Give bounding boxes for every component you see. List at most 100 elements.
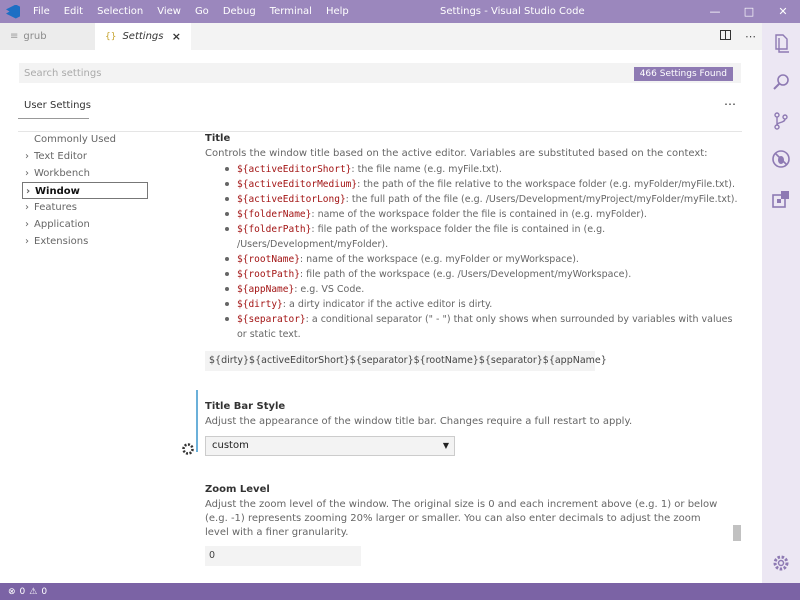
variable-desc: : file path of the workspace (e.g. /User… <box>299 269 632 280</box>
select-value: custom <box>212 440 249 451</box>
list-item: ${folderName}: name of the workspace fol… <box>223 207 745 222</box>
list-item: ${appName}: e.g. VS Code. <box>223 282 745 297</box>
scrollbar-thumb[interactable] <box>733 525 741 541</box>
settings-toc: Commonly Used Text Editor Workbench Wind… <box>22 131 152 250</box>
settings-editor: Search settings 466 Settings Found User … <box>0 50 762 583</box>
setting-name: Title <box>205 133 231 144</box>
zoom-level-input[interactable]: 0 <box>205 546 361 566</box>
tab-close-icon[interactable]: × <box>172 30 181 43</box>
setting-title: Title Controls the window title based on… <box>205 133 745 371</box>
window-title: Settings - Visual Studio Code <box>440 6 585 17</box>
menu-file[interactable]: File <box>26 0 57 23</box>
variable-desc: : name of the workspace folder the file … <box>311 209 647 220</box>
variable-code: ${folderPath} <box>237 224 312 235</box>
menu-view[interactable]: View <box>150 0 188 23</box>
setting-description: Controls the window title based on the a… <box>205 148 708 159</box>
menu-terminal[interactable]: Terminal <box>263 0 319 23</box>
explorer-icon[interactable] <box>771 33 791 53</box>
variable-code: ${separator} <box>237 314 306 325</box>
maximize-icon[interactable]: □ <box>732 0 766 23</box>
status-bar: ⊗ 0 ⚠ 0 <box>0 583 800 600</box>
source-control-icon[interactable] <box>771 111 791 131</box>
search-settings-input[interactable]: Search settings 466 Settings Found <box>18 62 742 84</box>
problems-indicator[interactable]: ⊗ 0 ⚠ 0 <box>8 587 47 597</box>
title-bar: File Edit Selection View Go Debug Termin… <box>0 0 800 23</box>
list-item: ${folderPath}: file path of the workspac… <box>223 222 745 252</box>
minimize-icon[interactable]: — <box>698 0 732 23</box>
settings-more-icon[interactable]: ⋯ <box>724 97 736 111</box>
search-placeholder: Search settings <box>24 68 102 79</box>
tab-label: Settings <box>122 31 164 42</box>
chevron-down-icon: ▼ <box>442 441 449 450</box>
variable-desc: : the full path of the file (e.g. /Users… <box>345 194 738 205</box>
menu-selection[interactable]: Selection <box>90 0 150 23</box>
variable-desc: : the file name (e.g. myFile.txt). <box>351 164 502 175</box>
variable-desc: : the path of the file relative to the w… <box>357 179 735 190</box>
list-item: ${activeEditorShort}: the file name (e.g… <box>223 162 745 177</box>
variable-list: ${activeEditorShort}: the file name (e.g… <box>223 162 745 342</box>
toc-extensions[interactable]: Extensions <box>22 233 152 250</box>
toc-features[interactable]: Features <box>22 199 152 216</box>
variable-code: ${activeEditorLong} <box>237 194 346 205</box>
tab-label: grub <box>23 31 47 42</box>
menu-debug[interactable]: Debug <box>216 0 263 23</box>
toc-workbench[interactable]: Workbench <box>22 165 152 182</box>
variable-code: ${folderName} <box>237 209 312 220</box>
setting-gear-icon[interactable] <box>181 442 195 456</box>
list-item: ${separator}: a conditional separator ("… <box>223 312 745 342</box>
file-lines-icon: ≡ <box>10 31 19 42</box>
variable-code: ${rootName} <box>237 254 300 265</box>
window-title-input[interactable]: ${dirty}${activeEditorShort}${separator}… <box>205 351 607 371</box>
list-item: ${activeEditorMedium}: the path of the f… <box>223 177 745 192</box>
vscode-logo-icon <box>0 0 26 23</box>
close-icon[interactable]: ✕ <box>766 0 800 23</box>
extensions-icon[interactable] <box>771 189 791 209</box>
tab-user-settings[interactable]: User Settings <box>24 100 91 111</box>
setting-title-bar-style: Title Bar Style Adjust the appearance of… <box>205 401 745 456</box>
modified-indicator <box>196 390 198 452</box>
split-editor-icon[interactable] <box>720 30 731 43</box>
menu-bar: File Edit Selection View Go Debug Termin… <box>26 0 356 23</box>
variable-desc: : a conditional separator (" - ") that o… <box>237 314 733 340</box>
tab-grub[interactable]: ≡ grub <box>0 23 95 50</box>
toc-window[interactable]: Window <box>22 182 148 200</box>
active-tab-underline <box>18 118 89 119</box>
variable-code: ${appName} <box>237 284 295 295</box>
debug-icon[interactable] <box>771 149 791 169</box>
variable-desc: : name of the workspace (e.g. myFolder o… <box>299 254 579 265</box>
error-icon: ⊗ <box>8 586 16 597</box>
error-count: 0 <box>19 586 26 597</box>
variable-code: ${activeEditorMedium} <box>237 179 358 190</box>
list-item: ${rootPath}: file path of the workspace … <box>223 267 745 282</box>
setting-name: Title Bar Style <box>205 401 286 412</box>
json-braces-icon: {} <box>105 31 117 42</box>
variable-code: ${dirty} <box>237 299 283 310</box>
activity-bar <box>762 23 800 583</box>
warning-icon: ⚠ <box>29 586 38 597</box>
variable-desc: : a dirty indicator if the active editor… <box>282 299 493 310</box>
menu-go[interactable]: Go <box>188 0 216 23</box>
setting-description: Adjust the appearance of the window titl… <box>205 416 633 427</box>
variable-code: ${activeEditorShort} <box>237 164 352 175</box>
settings-list: Title Controls the window title based on… <box>205 132 745 566</box>
toc-commonly-used[interactable]: Commonly Used <box>22 131 152 148</box>
settings-count-badge: 466 Settings Found <box>633 67 733 81</box>
editor-tabs: ≡ grub {} Settings × <box>0 23 762 50</box>
variable-code: ${rootPath} <box>237 269 300 280</box>
setting-name: Zoom Level <box>205 484 270 495</box>
toc-application[interactable]: Application <box>22 216 152 233</box>
list-item: ${dirty}: a dirty indicator if the activ… <box>223 297 745 312</box>
setting-description: Adjust the zoom level of the window. The… <box>205 499 718 538</box>
manage-gear-icon[interactable] <box>771 553 791 573</box>
tab-settings[interactable]: {} Settings × <box>95 23 191 50</box>
list-item: ${activeEditorLong}: the full path of th… <box>223 192 745 207</box>
setting-zoom-level: Zoom Level Adjust the zoom level of the … <box>205 484 745 566</box>
list-item: ${rootName}: name of the workspace (e.g.… <box>223 252 745 267</box>
search-icon[interactable] <box>771 72 791 92</box>
menu-help[interactable]: Help <box>319 0 356 23</box>
more-actions-icon[interactable]: ⋯ <box>745 30 756 43</box>
title-bar-style-select[interactable]: custom ▼ <box>205 436 455 456</box>
menu-edit[interactable]: Edit <box>57 0 90 23</box>
toc-text-editor[interactable]: Text Editor <box>22 148 152 165</box>
variable-desc: : e.g. VS Code. <box>294 284 365 295</box>
